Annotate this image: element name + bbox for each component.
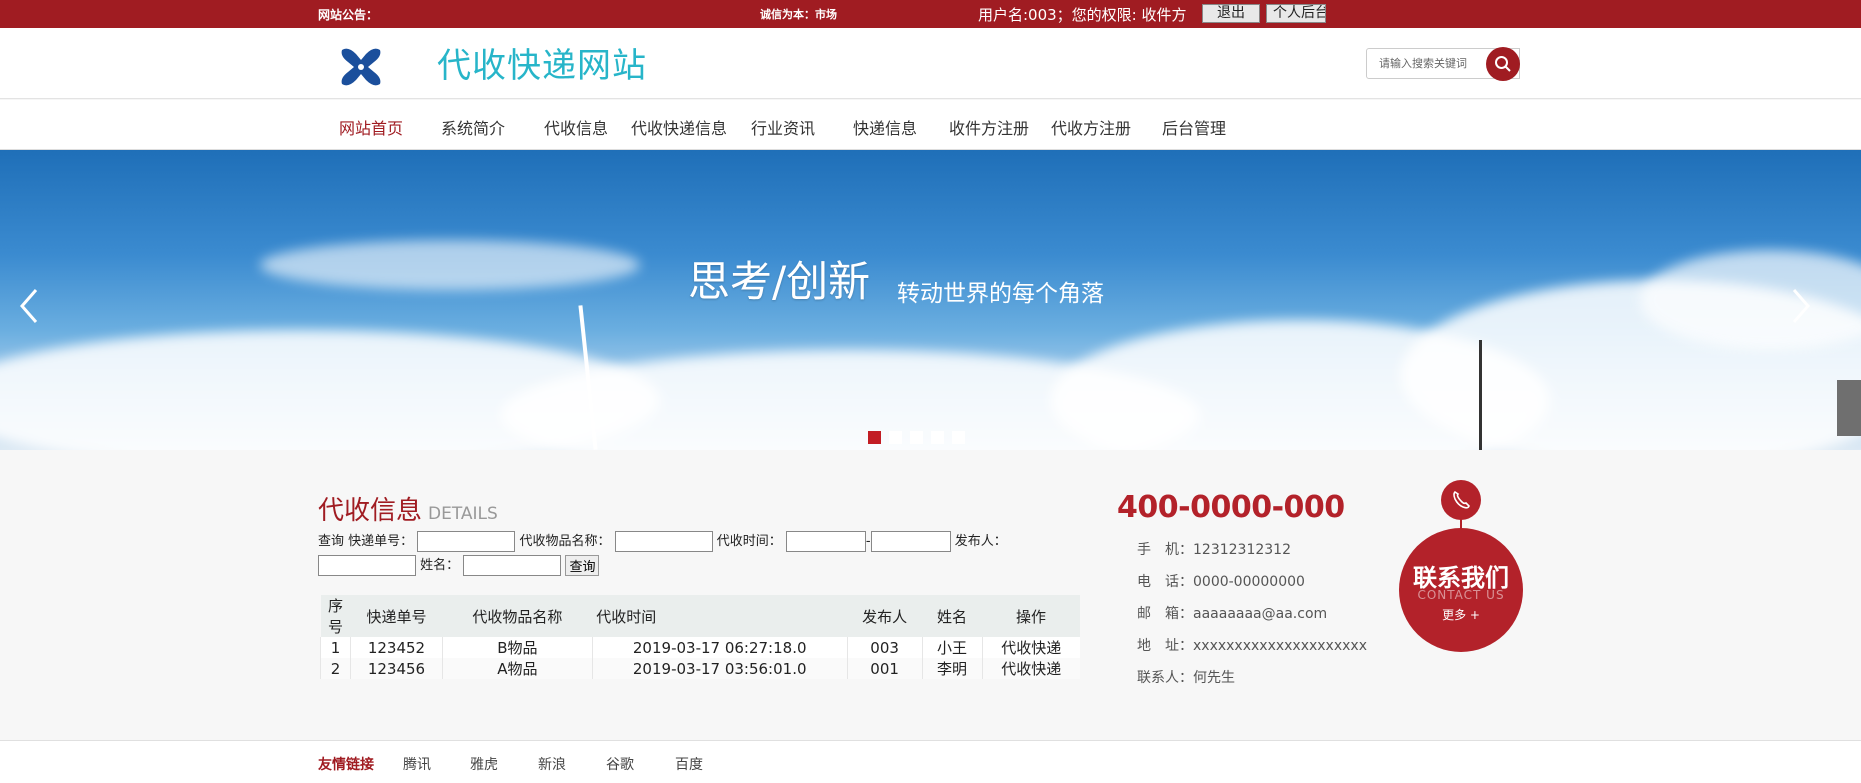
profile-button[interactable]: 个人后台 bbox=[1266, 4, 1326, 23]
table-header-row: 序号 快递单号 代收物品名称 代收时间 发布人 姓名 操作 bbox=[320, 595, 1080, 637]
nav-item-collect-info[interactable]: 代收信息 bbox=[544, 115, 608, 139]
friend-links: 友情链接 腾讯 雅虎 新浪 谷歌 百度 bbox=[0, 740, 1861, 783]
link-google[interactable]: 谷歌 bbox=[606, 754, 634, 774]
col-time: 代收时间 bbox=[592, 595, 848, 637]
cell-publisher: 003 bbox=[846, 637, 923, 658]
cell-name: 李明 bbox=[921, 658, 983, 679]
nav-item-receiver-register[interactable]: 收件方注册 bbox=[949, 115, 1029, 139]
query-form: 查询 快递单号： 代收物品名称： 代收时间： - 发布人： 姓名： 查询 bbox=[318, 530, 1038, 578]
slide-dot-3[interactable] bbox=[910, 431, 923, 444]
link-tencent[interactable]: 腾讯 bbox=[403, 754, 431, 774]
badge-more-link[interactable]: 更多 + bbox=[1399, 606, 1523, 623]
hero-banner: 思考/创新 转动世界的每个角落 bbox=[0, 150, 1861, 450]
col-index: 序号 bbox=[320, 595, 351, 637]
main-nav: 网站首页 系统简介 代收信息 代收快递信息 行业资讯 快递信息 收件方注册 代收… bbox=[0, 100, 1861, 150]
section-title: 代收信息 DETAILS bbox=[318, 490, 498, 527]
cell-name: 小王 bbox=[921, 637, 983, 658]
collect-action-link[interactable]: 代收快递 bbox=[981, 637, 1080, 658]
contact-email: 邮 箱：aaaaaaaa@aa.com bbox=[1137, 606, 1328, 622]
logout-button[interactable]: 退出 bbox=[1202, 4, 1260, 23]
link-sina[interactable]: 新浪 bbox=[538, 754, 566, 774]
time-start-input[interactable] bbox=[785, 531, 866, 552]
contact-us-badge[interactable]: 联系我们 CONTACT US 更多 + bbox=[1399, 480, 1523, 652]
search-icon bbox=[1495, 56, 1511, 72]
nav-item-home[interactable]: 网站首页 bbox=[339, 115, 403, 139]
main-content: 代收信息 DETAILS 查询 快递单号： 代收物品名称： 代收时间： - 发布人… bbox=[0, 450, 1861, 740]
tracking-label: 快递单号： bbox=[348, 534, 414, 549]
item-name-label: 代收物品名称： bbox=[519, 534, 611, 549]
contact-mobile: 手 机：12312312312 bbox=[1137, 542, 1291, 558]
link-baidu[interactable]: 百度 bbox=[675, 754, 703, 774]
logo-icon bbox=[341, 48, 381, 86]
nav-item-admin[interactable]: 后台管理 bbox=[1162, 115, 1226, 139]
col-tracking: 快递单号 bbox=[350, 595, 443, 637]
cell-tracking: 123456 bbox=[349, 658, 443, 679]
cell-time: 2019-03-17 06:27:18.0 bbox=[591, 637, 848, 658]
badge-circle: 联系我们 CONTACT US 更多 + bbox=[1399, 528, 1523, 652]
slide-dot-2[interactable] bbox=[889, 431, 902, 444]
col-item: 代收物品名称 bbox=[442, 595, 593, 637]
publisher-label: 发布人： bbox=[954, 534, 1007, 549]
cell-item: B物品 bbox=[441, 637, 593, 658]
nav-item-collector-register[interactable]: 代收方注册 bbox=[1051, 115, 1131, 139]
name-label: 姓名： bbox=[420, 558, 460, 573]
site-header: 代收快递网站 请输入搜索关键词 bbox=[0, 28, 1861, 106]
table-row: 1 123452 B物品 2019-03-17 06:27:18.0 003 小… bbox=[320, 637, 1080, 658]
slide-dot-1[interactable] bbox=[868, 431, 881, 444]
notice-label: 网站公告： bbox=[318, 8, 379, 22]
tracking-number-input[interactable] bbox=[417, 531, 516, 552]
cell-item: A物品 bbox=[441, 658, 593, 679]
collect-action-link[interactable]: 代收快递 bbox=[981, 658, 1080, 679]
announcement-marquee: 诚信为本：市场 bbox=[760, 8, 837, 21]
prev-slide-chevron-left-icon[interactable] bbox=[18, 288, 40, 331]
query-button[interactable]: 查询 bbox=[565, 555, 600, 576]
contact-list: 手 机：12312312312 电 话：0000-00000000 邮 箱：aa… bbox=[1137, 534, 1367, 694]
time-label: 代收时间： bbox=[716, 534, 782, 549]
hotline-number: 400-0000-000 bbox=[1117, 490, 1345, 525]
publisher-input[interactable] bbox=[318, 555, 416, 576]
col-publisher: 发布人 bbox=[847, 595, 923, 637]
section-title-cn: 代收信息 bbox=[318, 496, 423, 526]
friend-links-label: 友情链接 bbox=[318, 757, 374, 773]
cell-time: 2019-03-17 03:56:01.0 bbox=[591, 658, 848, 679]
col-name: 姓名 bbox=[922, 595, 983, 637]
contact-address: 地 址：xxxxxxxxxxxxxxxxxxxxx bbox=[1137, 638, 1367, 654]
site-logo[interactable] bbox=[320, 36, 422, 106]
side-float-tab[interactable] bbox=[1837, 380, 1861, 436]
banner-slogan: 思考/创新 bbox=[688, 257, 871, 306]
cell-tracking: 123452 bbox=[349, 637, 443, 658]
phone-icon bbox=[1441, 480, 1481, 520]
site-title: 代收快递网站 bbox=[437, 46, 647, 86]
cell-publisher: 001 bbox=[846, 658, 923, 679]
contact-person: 联系人：何先生 bbox=[1137, 670, 1235, 686]
slide-dot-4[interactable] bbox=[931, 431, 944, 444]
user-info: 用户名:003；您的权限: 收件方 bbox=[978, 6, 1187, 24]
slide-indicators bbox=[868, 429, 973, 448]
time-end-input[interactable] bbox=[870, 531, 951, 552]
nav-item-express-info[interactable]: 快递信息 bbox=[853, 115, 917, 139]
link-yahoo[interactable]: 雅虎 bbox=[470, 754, 498, 774]
next-slide-chevron-right-icon[interactable] bbox=[1790, 288, 1812, 331]
contact-tel: 电 话：0000-00000000 bbox=[1137, 574, 1305, 590]
col-action: 操作 bbox=[982, 595, 1080, 637]
name-input[interactable] bbox=[463, 555, 562, 576]
collect-info-table: 序号 快递单号 代收物品名称 代收时间 发布人 姓名 操作 1 123452 B… bbox=[320, 595, 1080, 679]
table-row: 2 123456 A物品 2019-03-17 03:56:01.0 001 李… bbox=[320, 658, 1080, 679]
nav-item-intro[interactable]: 系统简介 bbox=[441, 115, 505, 139]
section-title-en: DETAILS bbox=[428, 504, 498, 524]
cell-index: 2 bbox=[320, 658, 351, 679]
item-name-input[interactable] bbox=[614, 531, 713, 552]
banner-subtitle: 转动世界的每个角落 bbox=[897, 281, 1104, 307]
search-button[interactable] bbox=[1486, 47, 1520, 81]
badge-title-en: CONTACT US bbox=[1417, 588, 1505, 602]
nav-item-industry-news[interactable]: 行业资讯 bbox=[751, 115, 815, 139]
query-prefix: 查询 bbox=[318, 534, 345, 549]
top-bar: 网站公告： 诚信为本：市场 用户名:003；您的权限: 收件方 退出 个人后台 bbox=[0, 0, 1861, 28]
slide-dot-5[interactable] bbox=[952, 431, 965, 444]
cell-index: 1 bbox=[320, 637, 351, 658]
nav-item-collect-express[interactable]: 代收快递信息 bbox=[631, 115, 727, 139]
